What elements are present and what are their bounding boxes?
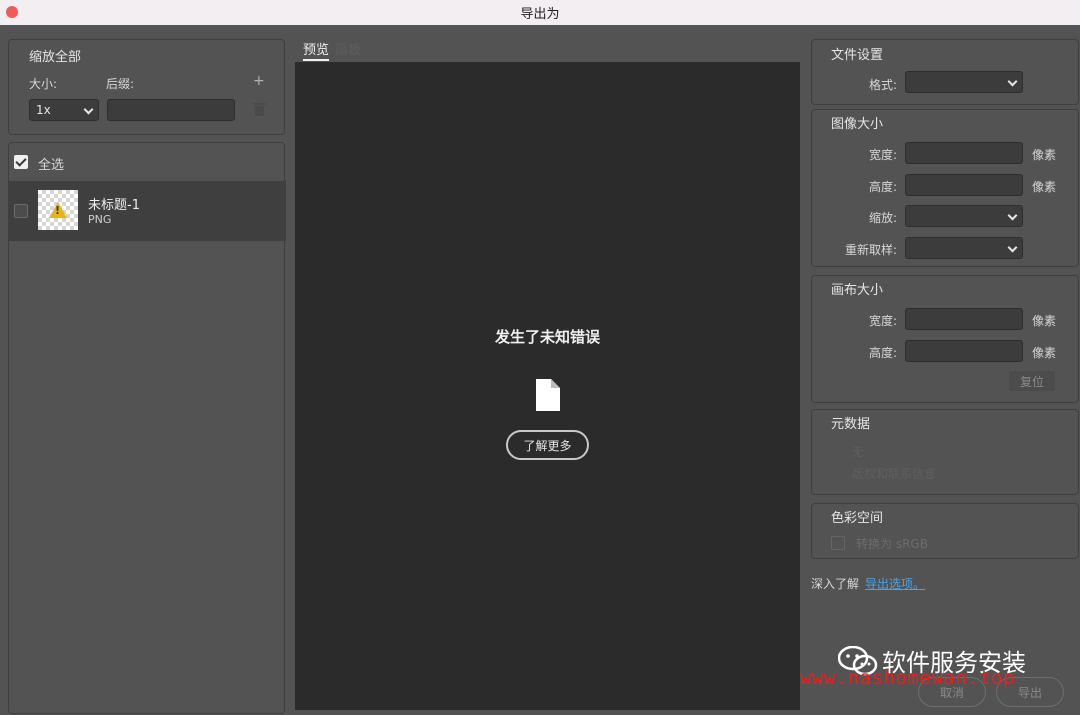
tab-preview[interactable]: 预览 bbox=[303, 39, 330, 61]
learn-more-line: 深入了解 导出选项。 bbox=[811, 575, 925, 592]
convert-srgb-label: 转换为 sRGB bbox=[856, 537, 928, 551]
learn-more-prefix: 深入了解 bbox=[811, 577, 860, 591]
window-title: 导出为 bbox=[520, 7, 560, 22]
size-label: 大小: bbox=[29, 77, 58, 91]
convert-srgb-checkbox[interactable] bbox=[831, 536, 845, 550]
resample-select[interactable] bbox=[905, 237, 1023, 259]
scale-select[interactable] bbox=[905, 205, 1023, 227]
canvas-height-unit: 像素 bbox=[1032, 346, 1057, 360]
chevron-down-icon bbox=[1007, 242, 1018, 253]
metadata-panel: 元数据 无 版权和联系信息 bbox=[811, 409, 1079, 495]
scale-all-panel: 缩放全部 大小: 后缀: + 1x bbox=[8, 39, 285, 135]
learn-more-button[interactable]: 了解更多 bbox=[506, 430, 589, 460]
reset-button[interactable]: 复位 bbox=[1009, 371, 1055, 391]
warning-icon bbox=[49, 202, 67, 218]
plus-icon[interactable]: + bbox=[253, 74, 265, 88]
canvas-width-input[interactable] bbox=[905, 308, 1023, 330]
canvas-size-panel: 画布大小 宽度: 像素 高度: 像素 复位 bbox=[811, 275, 1079, 403]
tab-artboard[interactable]: 画板 bbox=[335, 39, 361, 58]
image-width-unit: 像素 bbox=[1032, 148, 1057, 162]
metadata-option-none[interactable]: 无 bbox=[852, 443, 864, 460]
asset-name: 未标题-1 bbox=[88, 198, 140, 213]
asset-format: PNG bbox=[88, 213, 112, 226]
preview-area: 发生了未知错误 了解更多 bbox=[295, 62, 800, 710]
title-bar: 导出为 bbox=[0, 0, 1080, 25]
list-item[interactable]: 未标题-1 PNG bbox=[9, 181, 286, 241]
asset-list-panel: 全选 未标题-1 PNG bbox=[8, 142, 286, 714]
export-dialog: 缩放全部 大小: 后缀: + 1x 全选 未标题-1 PNG bbox=[0, 25, 1080, 715]
format-select[interactable] bbox=[905, 71, 1023, 93]
canvas-height-label: 高度: bbox=[868, 346, 897, 360]
document-icon bbox=[536, 379, 560, 411]
image-height-input[interactable] bbox=[905, 174, 1023, 196]
image-size-panel: 图像大小 宽度: 像素 高度: 像素 缩放: 重新取样: bbox=[811, 109, 1079, 267]
image-width-label: 宽度: bbox=[868, 148, 897, 162]
image-size-title: 图像大小 bbox=[831, 117, 884, 132]
close-window-button[interactable] bbox=[6, 6, 18, 18]
image-width-input[interactable] bbox=[905, 142, 1023, 164]
canvas-height-input[interactable] bbox=[905, 340, 1023, 362]
file-settings-title: 文件设置 bbox=[831, 48, 884, 63]
select-all-checkbox[interactable] bbox=[14, 155, 28, 169]
chevron-down-icon bbox=[83, 104, 94, 115]
watermark-url: www.nashomewan.top bbox=[800, 667, 1015, 689]
resample-label: 重新取样: bbox=[844, 243, 897, 257]
suffix-input[interactable] bbox=[107, 99, 235, 121]
file-settings-panel: 文件设置 格式: bbox=[811, 39, 1079, 105]
scale-label: 缩放: bbox=[868, 211, 897, 225]
image-height-label: 高度: bbox=[868, 180, 897, 194]
color-space-title: 色彩空间 bbox=[831, 511, 884, 526]
chevron-down-icon bbox=[1007, 210, 1018, 221]
export-options-link[interactable]: 导出选项。 bbox=[865, 577, 925, 591]
trash-icon[interactable] bbox=[253, 103, 266, 116]
color-space-panel: 色彩空间 转换为 sRGB bbox=[811, 503, 1079, 559]
canvas-width-unit: 像素 bbox=[1032, 314, 1057, 328]
metadata-option-copyright[interactable]: 版权和联系信息 bbox=[852, 465, 936, 482]
suffix-label: 后缀: bbox=[106, 77, 135, 91]
image-height-unit: 像素 bbox=[1032, 180, 1057, 194]
size-select-value: 1x bbox=[36, 103, 51, 117]
size-select[interactable]: 1x bbox=[29, 99, 99, 121]
chevron-down-icon bbox=[1007, 76, 1018, 87]
canvas-width-label: 宽度: bbox=[868, 314, 897, 328]
select-all-label: 全选 bbox=[38, 158, 65, 173]
metadata-title: 元数据 bbox=[831, 417, 871, 432]
error-title: 发生了未知错误 bbox=[494, 328, 600, 346]
asset-thumbnail bbox=[38, 190, 78, 230]
canvas-size-title: 画布大小 bbox=[831, 283, 884, 298]
format-label: 格式: bbox=[868, 78, 897, 92]
scale-all-title: 缩放全部 bbox=[29, 50, 82, 65]
asset-checkbox[interactable] bbox=[14, 204, 28, 218]
